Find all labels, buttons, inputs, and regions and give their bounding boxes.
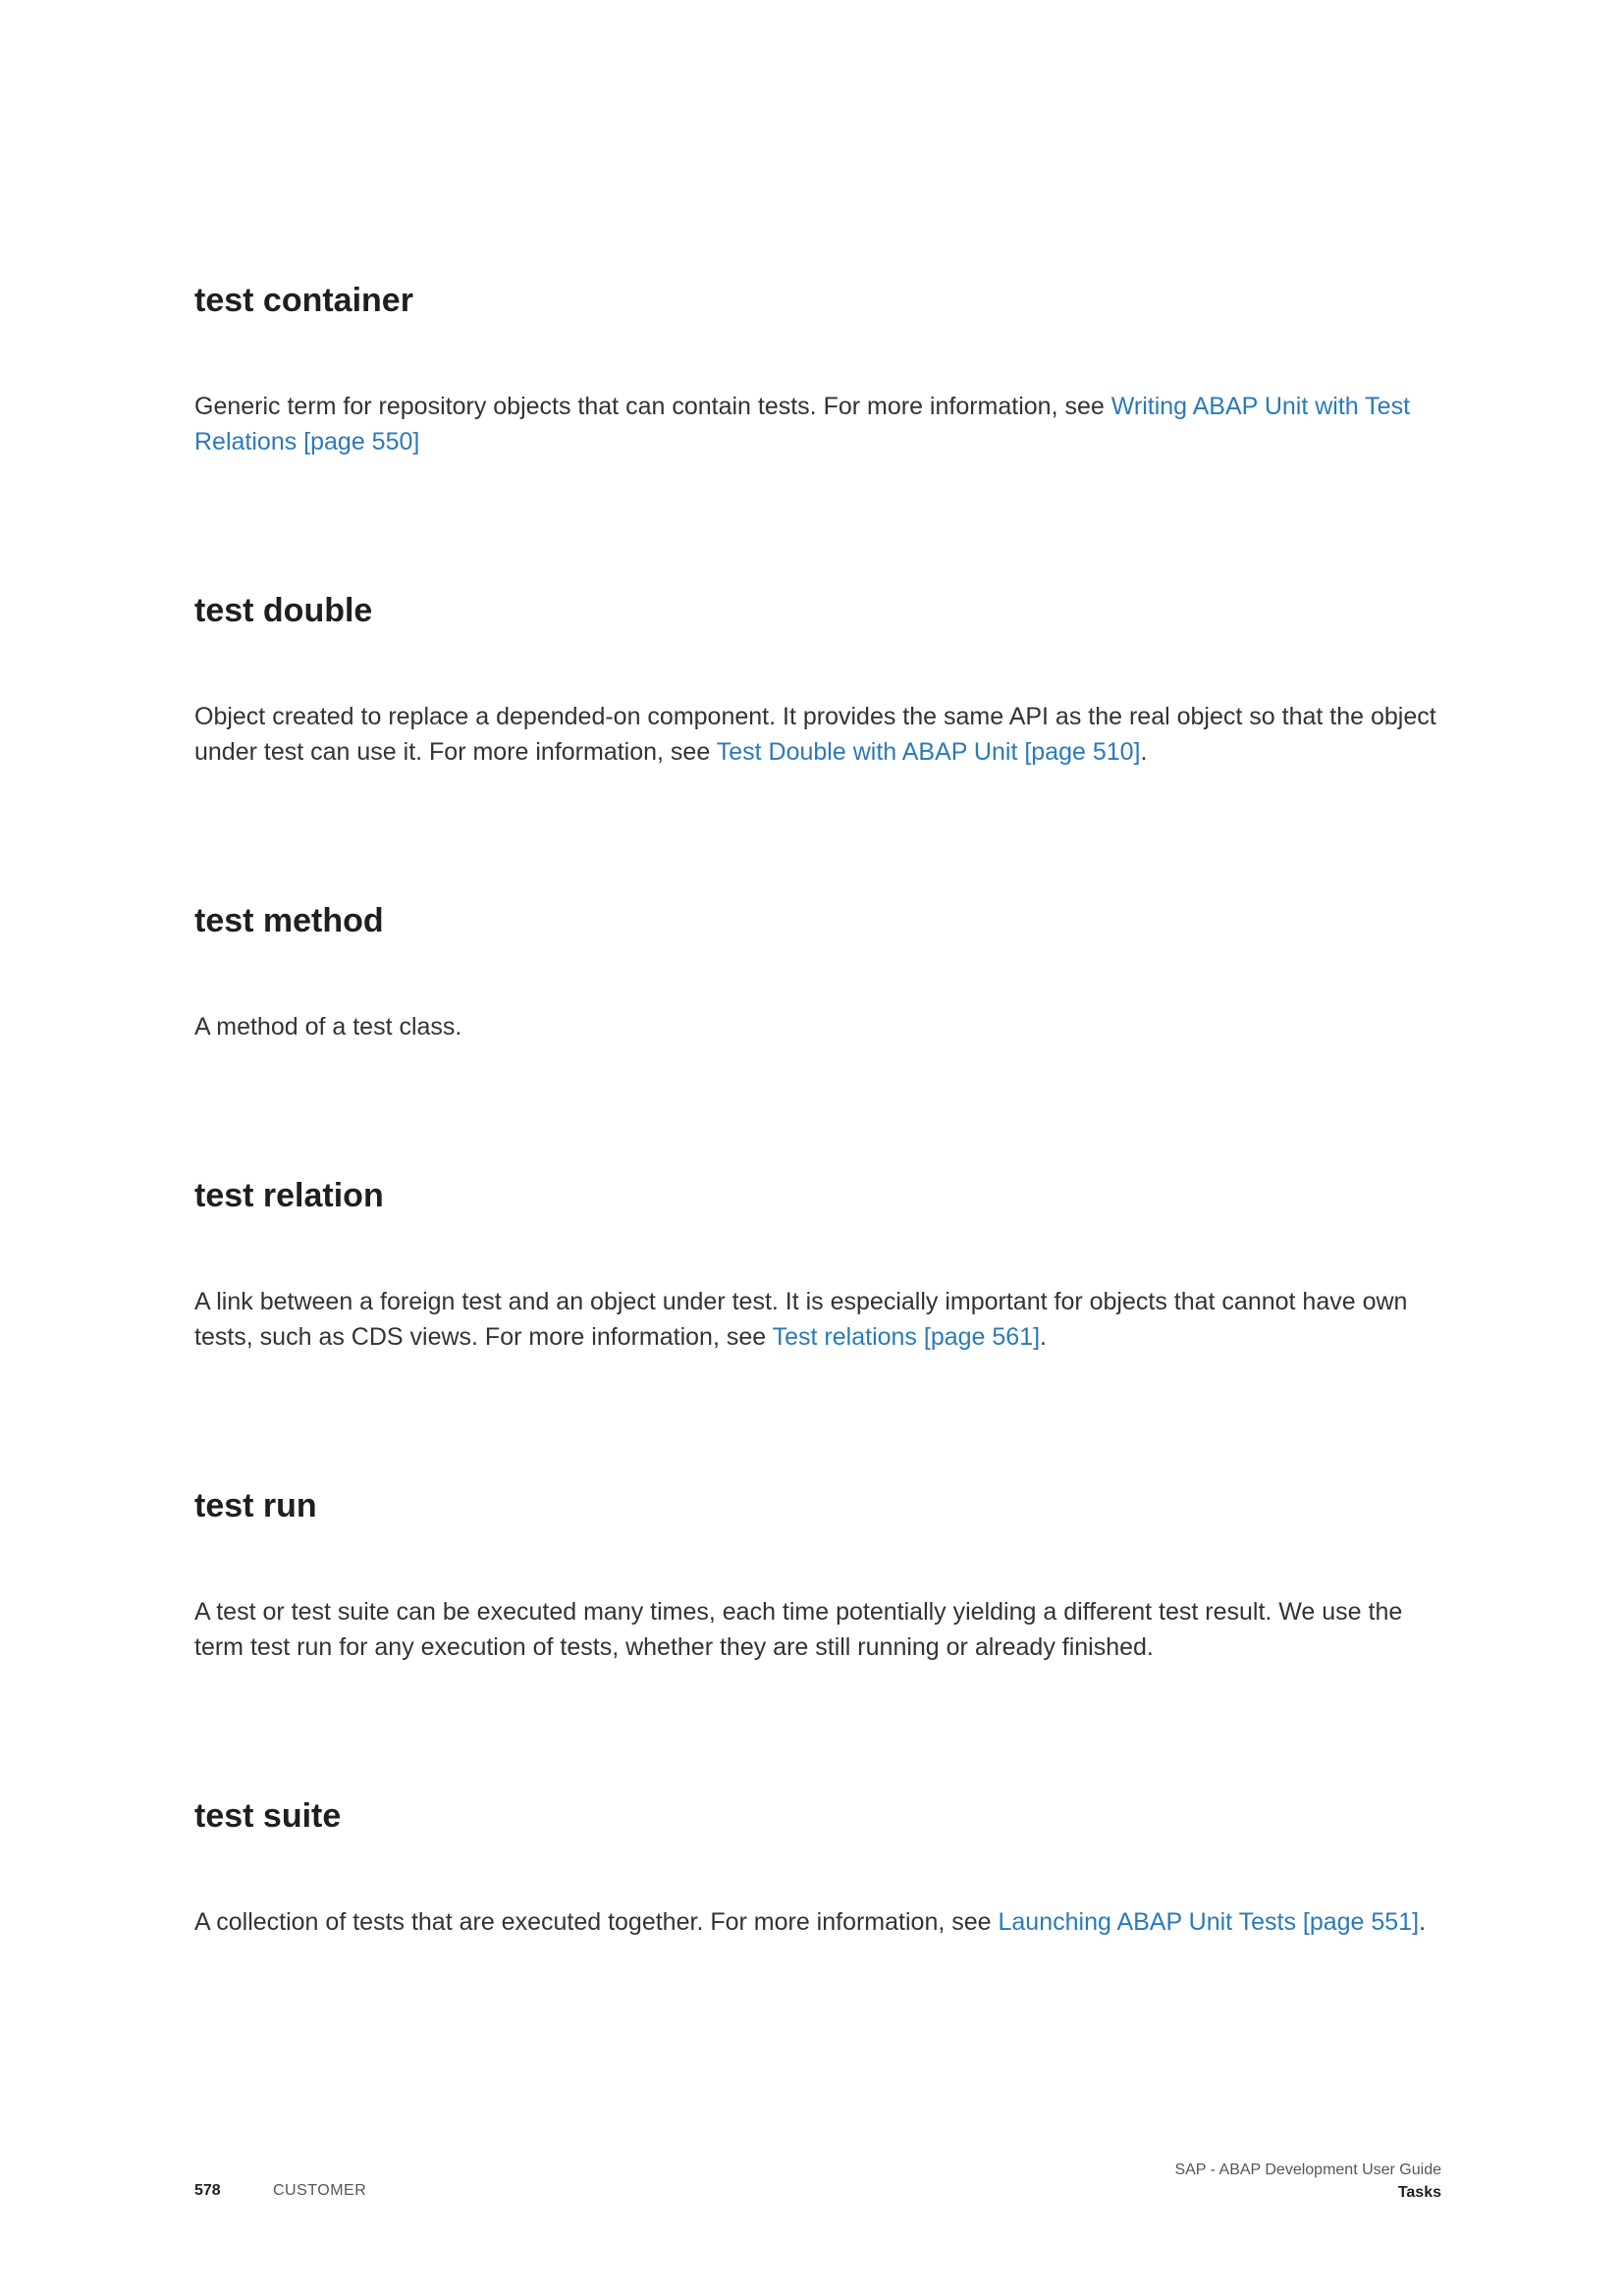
document-page: test container Generic term for reposito… [194, 0, 1441, 2296]
page-number: 578 [194, 2182, 221, 2199]
term-heading: test relation [194, 1177, 384, 1214]
definition-text-end: . [1419, 1908, 1427, 1936]
definition-text: A method of a test class. [194, 1013, 462, 1041]
term-heading: test suite [194, 1797, 342, 1835]
footer-left: 578 CUSTOMER [194, 2181, 366, 2201]
definition-text-end: . [1140, 738, 1148, 766]
definition-text: Generic term for repository objects that… [194, 393, 1111, 420]
glossary-entry-test-method: test method A method of a test class. [194, 901, 1441, 1041]
term-heading: test run [194, 1487, 317, 1524]
glossary-entry-test-double: test double Object created to replace a … [194, 591, 1441, 766]
term-heading: test container [194, 282, 413, 319]
definition-text: A test or test suite can be executed man… [194, 1598, 1403, 1661]
definition-text-end: . [1040, 1323, 1047, 1351]
cross-reference-link[interactable]: Test Double with ABAP Unit [page 510] [717, 738, 1141, 766]
term-definition: A collection of tests that are executed … [194, 1904, 1446, 1940]
term-definition: A test or test suite can be executed man… [194, 1594, 1446, 1665]
term-heading: test method [194, 902, 384, 939]
glossary-entry-test-container: test container Generic term for reposito… [194, 281, 1441, 455]
cross-reference-link[interactable]: Test relations [page 561] [773, 1323, 1040, 1351]
term-heading: test double [194, 592, 373, 629]
classification-label: CUSTOMER [273, 2182, 367, 2199]
term-definition: A method of a test class. [194, 1009, 1446, 1044]
glossary-entry-test-relation: test relation A link between a foreign t… [194, 1176, 1441, 1351]
footer-right: SAP - ABAP Development User Guide Tasks [1174, 2159, 1441, 2204]
cross-reference-link[interactable]: Launching ABAP Unit Tests [page 551] [999, 1908, 1420, 1936]
term-definition: Object created to replace a depended-on … [194, 699, 1446, 770]
term-definition: A link between a foreign test and an obj… [194, 1284, 1446, 1355]
chapter-title: Tasks [1397, 2184, 1441, 2201]
glossary-entry-test-suite: test suite A collection of tests that ar… [194, 1796, 1441, 1936]
definition-text: A collection of tests that are executed … [194, 1908, 999, 1936]
glossary-entry-test-run: test run A test or test suite can be exe… [194, 1486, 1441, 1661]
document-title: SAP - ABAP Development User Guide [1174, 2162, 1441, 2178]
term-definition: Generic term for repository objects that… [194, 389, 1446, 459]
